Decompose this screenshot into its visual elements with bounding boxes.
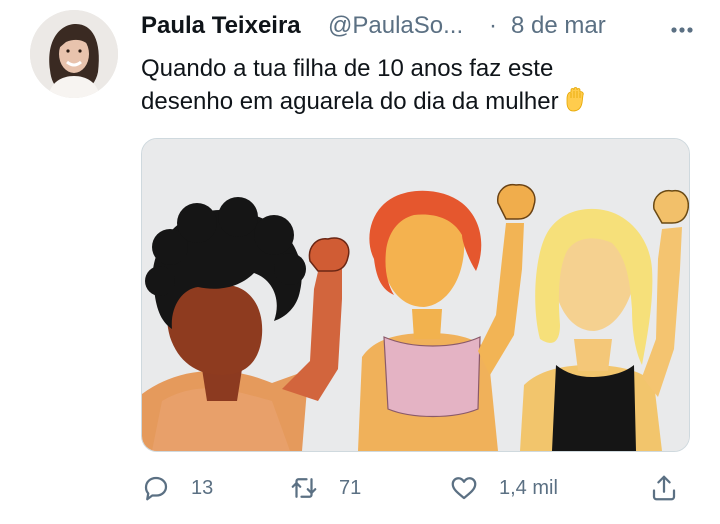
raised-fist-emoji	[561, 85, 589, 122]
like-button[interactable]: 1,4 mil	[449, 468, 558, 508]
tweet-date[interactable]: 8 de mar	[511, 12, 606, 40]
reply-button[interactable]: 13	[141, 468, 213, 508]
tweet-header: Paula Teixeira @PaulaSo... · 8 de mar	[141, 10, 702, 44]
like-count: 1,4 mil	[499, 476, 558, 499]
tweet-actions: 13 71 1,4 mil	[141, 468, 701, 508]
watercolor-drawing-image	[142, 139, 689, 451]
retweet-icon	[289, 473, 319, 503]
reply-icon	[141, 473, 171, 503]
separator-dot: ·	[489, 12, 497, 39]
heart-icon	[449, 473, 479, 503]
tweet-text-line-2: desenho em aguarela do dia da mulher	[141, 85, 701, 122]
share-button[interactable]	[649, 468, 679, 508]
retweet-button[interactable]: 71	[289, 468, 361, 508]
retweet-count: 71	[339, 476, 362, 499]
more-options-icon[interactable]	[662, 10, 702, 44]
author-handle[interactable]: @PaulaSo...	[328, 12, 463, 40]
tweet-text-line-1: Quando a tua filha de 10 anos faz este	[141, 55, 554, 82]
avatar[interactable]	[30, 10, 118, 98]
tweet-text-line-2-content: desenho em aguarela do dia da mulher	[141, 88, 559, 115]
share-icon	[649, 473, 679, 503]
author-name[interactable]: Paula Teixeira	[141, 12, 301, 40]
tweet[interactable]: Paula Teixeira @PaulaSo... · 8 de mar Qu…	[0, 0, 720, 524]
tweet-text: Quando a tua filha de 10 anos faz este d…	[141, 52, 701, 122]
tweet-media-image[interactable]	[141, 138, 690, 452]
reply-count: 13	[191, 476, 214, 499]
